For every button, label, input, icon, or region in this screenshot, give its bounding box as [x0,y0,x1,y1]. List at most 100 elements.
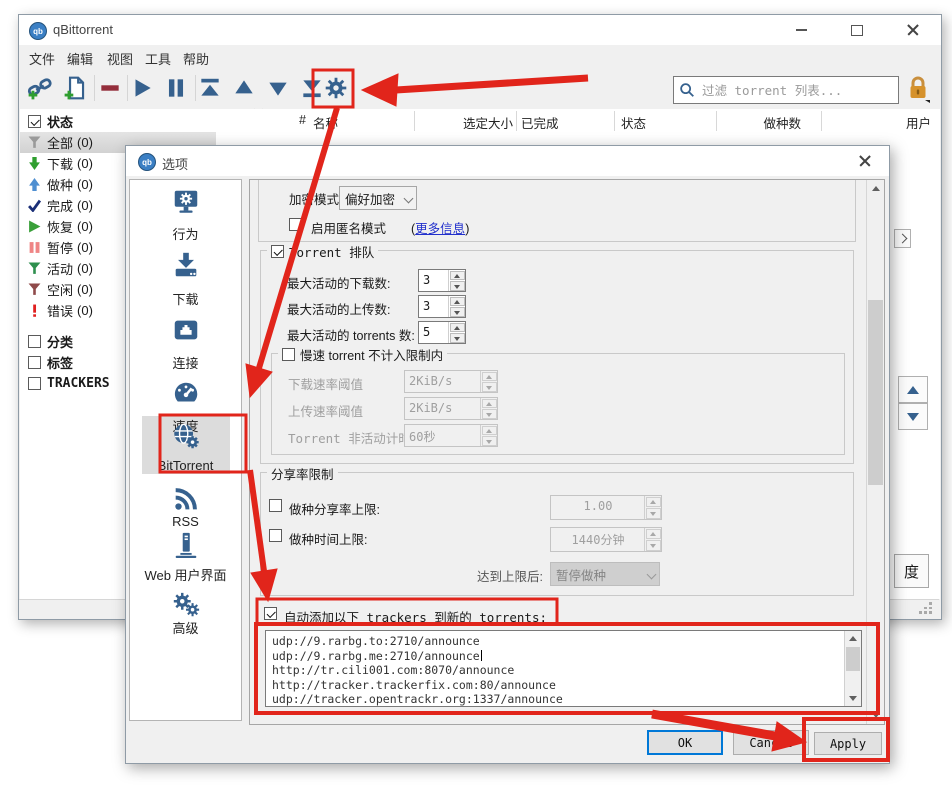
share-ratio-group: 分享率限制 做种分享率上限: 1.00 做种时间上限: 1440分钟 达到上限后… [260,472,854,596]
menu-tools[interactable]: 工具 [145,49,171,69]
header-scroll-right-button[interactable] [894,229,911,248]
spin-down-icon[interactable] [450,281,465,291]
torrent-filter-search [673,76,899,104]
download-icon [171,250,201,280]
tags-checkbox[interactable] [28,356,41,369]
spin-up-icon[interactable] [450,323,465,333]
move-up-icon [231,75,257,101]
trackers-checkbox[interactable] [28,377,41,390]
scroll-down-button[interactable] [898,403,928,430]
spin-down-icon[interactable] [450,307,465,317]
column-name[interactable]: 名称 [313,113,338,132]
seed-time-label: 做种时间上限: [289,529,367,548]
spin-up-icon[interactable] [450,297,465,307]
check-navy-icon [28,199,41,212]
sidebar-item-downloads[interactable] [171,250,201,280]
sidebar-item-bittorrent[interactable] [171,422,201,452]
category-checkbox[interactable] [28,335,41,348]
max-torrents-spinbox[interactable]: 5 [418,321,466,344]
sidebar-label-advanced[interactable]: 高级 [130,618,241,637]
bottom-priority-button[interactable] [299,75,325,101]
column-seeds[interactable]: 做种数 [721,113,801,132]
more-info-link[interactable]: 更多信息 [415,222,465,236]
scrollbar-thumb[interactable] [868,300,883,485]
text-caret [481,650,482,661]
menu-view[interactable]: 视图 [107,49,133,69]
column-done[interactable]: 已完成 [521,113,559,132]
encryption-dropdown[interactable]: 偏好加密 [339,186,417,210]
seed-ratio-spinbox: 1.00 [550,495,662,520]
textarea-scrollbar[interactable] [844,631,861,706]
seed-time-checkbox[interactable] [269,529,282,542]
scroll-up-arrow-icon[interactable] [867,180,884,197]
decrease-priority-button[interactable] [265,75,291,101]
top-priority-button[interactable] [197,75,223,101]
scroll-down-arrow-icon[interactable] [845,691,861,706]
resize-grip[interactable] [919,602,933,614]
pause-button[interactable] [163,75,189,101]
add-torrent-link-button[interactable] [27,75,53,101]
scroll-down-arrow-icon[interactable] [867,707,884,724]
column-user[interactable]: 用户 [851,113,931,132]
funnel-gray-icon [28,136,41,149]
sidebar-label-downloads[interactable]: 下载 [130,289,241,308]
sidebar-item-behavior[interactable] [171,187,201,217]
sidebar-item-speed[interactable] [171,378,201,408]
resume-button[interactable] [129,75,155,101]
sidebar-label-connection[interactable]: 连接 [130,353,241,372]
anonymous-mode-checkbox[interactable] [289,218,302,231]
lock-filter-button[interactable] [906,75,930,105]
column-number[interactable]: # [266,113,306,127]
scroll-up-button[interactable] [898,376,928,403]
torrent-queueing-checkbox[interactable] [271,245,284,258]
sidebar-item-webui[interactable] [171,530,201,560]
spin-down-icon[interactable] [450,333,465,343]
seed-ratio-checkbox[interactable] [269,499,282,512]
menu-file[interactable]: 文件 [29,49,55,69]
column-status[interactable]: 状态 [621,113,646,132]
menu-edit[interactable]: 编辑 [67,49,93,69]
remove-torrent-button[interactable] [97,75,123,101]
content-scrollbar[interactable] [866,180,884,724]
add-torrent-file-button[interactable] [63,75,89,101]
sidebar-label-webui-text[interactable]: Web 用户界面 [130,565,241,584]
dialog-titlebar: qb 选项 [126,146,889,176]
max-uploads-spinbox[interactable]: 3 [418,295,466,318]
apply-button[interactable]: Apply [814,732,882,755]
sidebar-label-webui[interactable]: RSS [130,514,241,529]
toolbar-separator [94,75,95,101]
play-green-icon [28,220,41,233]
spin-up-icon[interactable] [450,271,465,281]
filter-group-status[interactable]: 状态 [20,111,216,132]
slow-torrent-group: 慢速 torrent 不计入限制内 下载速率阈值 2KiB/s 上传速率阈值 2… [271,353,845,455]
dialog-close-button[interactable] [851,151,879,171]
auto-add-trackers-checkbox[interactable] [264,607,277,620]
scrollbar-thumb[interactable] [846,647,860,671]
funnel-maroon-icon [28,283,41,296]
options-button[interactable] [323,75,349,101]
status-checkbox[interactable] [28,115,41,128]
menu-help[interactable]: 帮助 [183,49,209,69]
cancel-button[interactable]: Cancel [733,730,809,755]
sidebar-item-advanced[interactable] [171,590,201,620]
trackers-textarea[interactable]: udp://9.rarbg.to:2710/announce udp://9.r… [265,630,862,707]
close-button[interactable] [899,20,927,40]
ok-button[interactable]: OK [647,730,723,755]
column-size[interactable]: 选定大小 [433,113,513,132]
tracker-line: udp://tracker.opentrackr.org:1337/announ… [272,692,841,707]
search-input[interactable] [700,82,898,99]
slow-torrent-checkbox[interactable] [282,348,295,361]
sidebar-label-bittorrent[interactable]: BitTorrent [130,458,241,473]
sidebar-item-rss[interactable] [171,484,201,514]
sidebar-item-connection[interactable] [171,315,201,345]
maximize-button[interactable] [843,20,871,40]
minimize-button[interactable] [787,20,815,40]
scroll-up-arrow-icon[interactable] [845,631,861,646]
torrent-table-header: # 名称 选定大小 已完成 状态 做种数 用户 [216,109,940,134]
options-sidebar: 行为 下载 连接 速度 BitTorrent RSS [129,179,242,721]
seed-ratio-label: 做种分享率上限: [289,499,380,518]
increase-priority-button[interactable] [231,75,257,101]
max-downloads-spinbox[interactable]: 3 [418,269,466,292]
sidebar-label-behavior[interactable]: 行为 [130,224,241,243]
file-add-icon [63,75,89,101]
